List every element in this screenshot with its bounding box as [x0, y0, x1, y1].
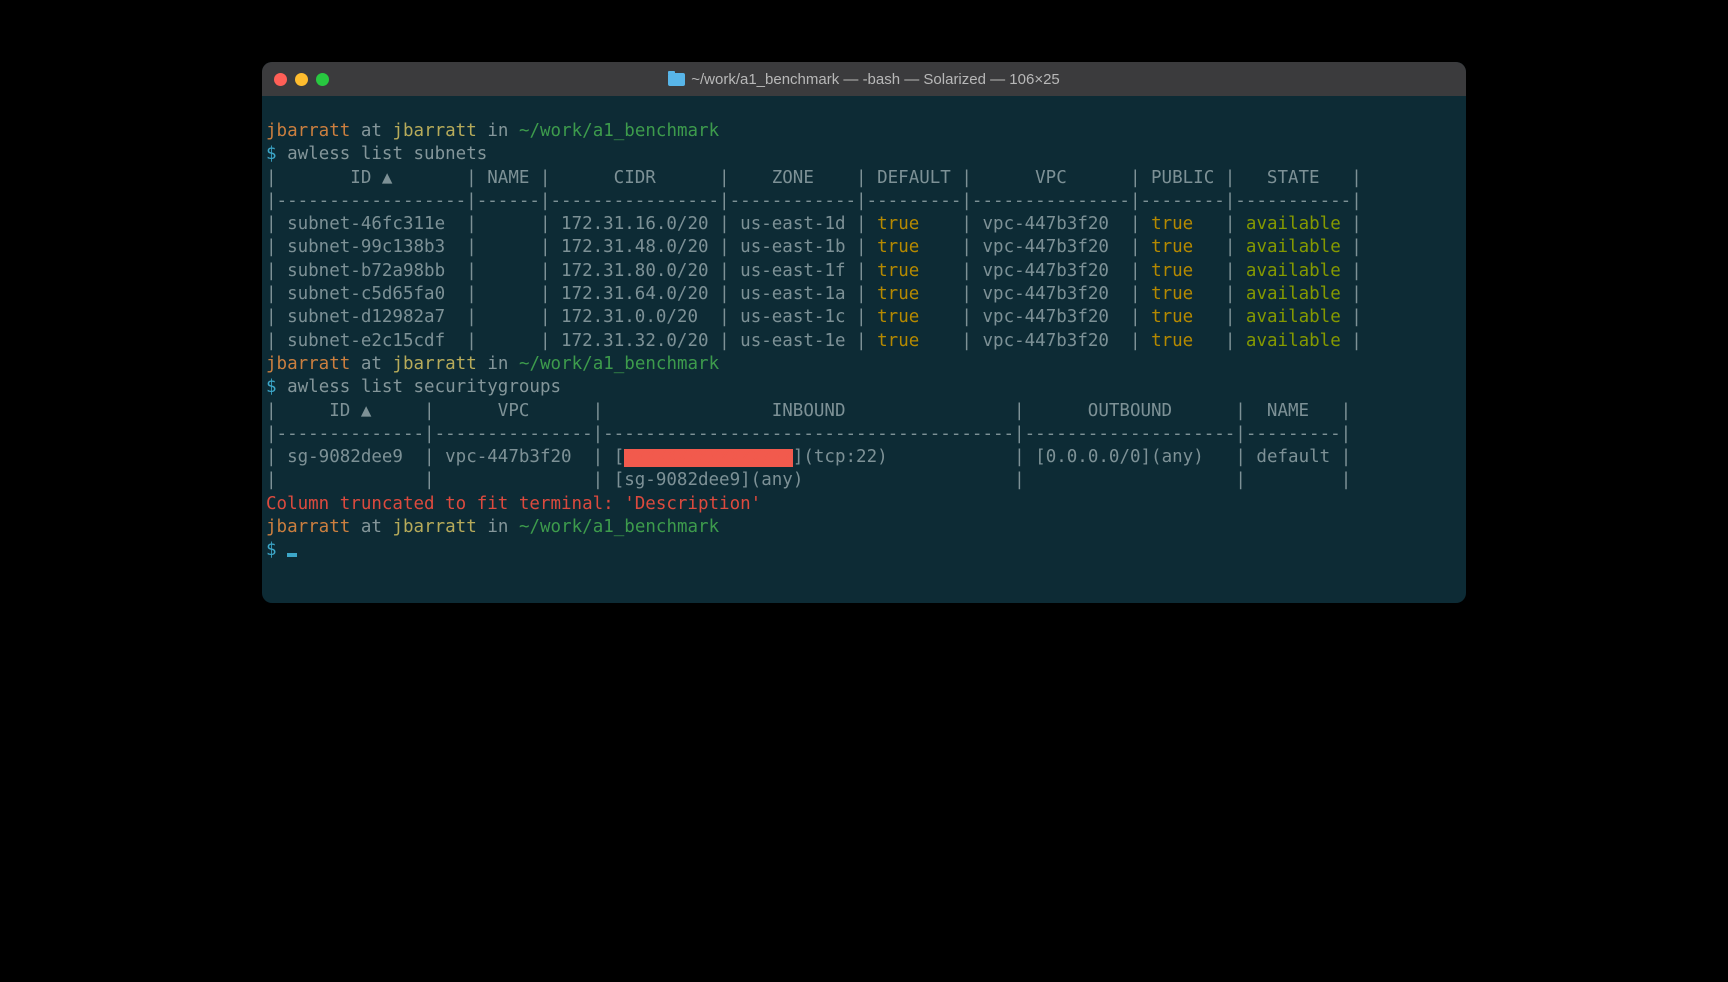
- traffic-lights: [274, 73, 329, 86]
- cursor: [287, 553, 297, 557]
- terminal-content[interactable]: jbarratt at jbarratt in ~/work/a1_benchm…: [262, 96, 1466, 603]
- terminal-window: ~/work/a1_benchmark — -bash — Solarized …: [262, 62, 1466, 603]
- zoom-button[interactable]: [316, 73, 329, 86]
- close-button[interactable]: [274, 73, 287, 86]
- folder-icon: [668, 73, 685, 86]
- titlebar: ~/work/a1_benchmark — -bash — Solarized …: [262, 62, 1466, 96]
- window-title-text: ~/work/a1_benchmark — -bash — Solarized …: [691, 71, 1060, 88]
- minimize-button[interactable]: [295, 73, 308, 86]
- redacted-ip: XXXXXXXXXXXXXXXX: [624, 449, 793, 467]
- window-title: ~/work/a1_benchmark — -bash — Solarized …: [262, 71, 1466, 88]
